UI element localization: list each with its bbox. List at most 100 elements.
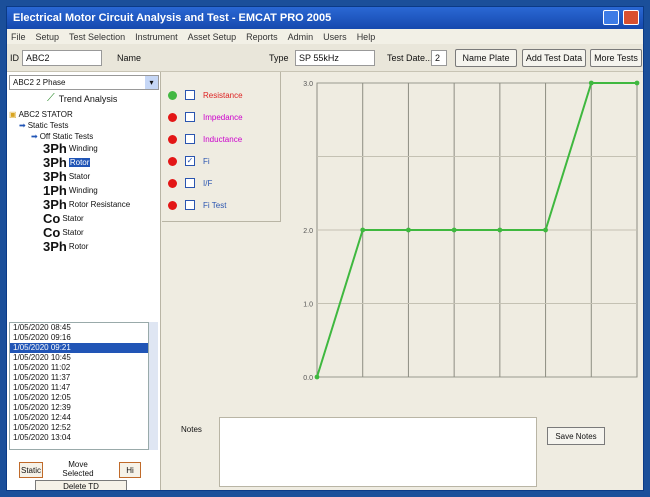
arrow-icon: ➡: [31, 132, 38, 141]
list-item[interactable]: 1/05/2020 09:16: [10, 333, 154, 343]
static-button[interactable]: Static: [19, 462, 43, 478]
legend-item[interactable]: Resistance: [168, 90, 243, 100]
list-item[interactable]: 1/05/2020 12:39: [10, 403, 154, 413]
hi-button[interactable]: Hi: [119, 462, 141, 478]
chevron-down-icon[interactable]: ▾: [145, 76, 158, 89]
legend-item[interactable]: Impedance: [168, 112, 243, 122]
series-checkbox[interactable]: [185, 90, 195, 100]
left-panel: ABC2 2 Phase ▾ ⟋ Trend Analysis ▣ ABC2 ST…: [7, 72, 161, 490]
name-label: Name: [117, 53, 142, 63]
tree-node[interactable]: 3Ph Winding: [43, 141, 98, 156]
legend-item[interactable]: I/F: [168, 178, 212, 188]
legend-label: Resistance: [203, 90, 243, 100]
legend-label: Impedance: [203, 112, 243, 122]
legend-label: Inductance: [203, 134, 243, 144]
menu-item[interactable]: Test Selection: [69, 32, 125, 42]
menu-item[interactable]: Users: [323, 32, 347, 42]
series-checkbox[interactable]: [185, 112, 195, 122]
list-item[interactable]: 1/05/2020 11:37: [10, 373, 154, 383]
tree-node[interactable]: 3Ph Rotor Resistance: [43, 197, 130, 212]
combo-value: ABC2 2 Phase: [13, 78, 66, 87]
data-point: [634, 80, 640, 86]
trend-label: Trend Analysis: [58, 93, 118, 104]
menu-bar: File Setup Test Selection Instrument Ass…: [7, 29, 643, 44]
move-selected-button[interactable]: Move Selected: [53, 460, 103, 478]
minimize-icon[interactable]: [603, 10, 619, 25]
y-tick-label: 0.0: [303, 375, 313, 382]
test-tree: ▣ ABC2 STATOR ➡ Static Tests ➡ Off Static T…: [9, 110, 159, 300]
status-dot-icon: [168, 178, 177, 188]
test-date-label: Test Date...: [387, 53, 433, 63]
y-tick-label: 1.0: [303, 302, 313, 309]
series-checkbox[interactable]: [185, 200, 195, 210]
menu-item[interactable]: Reports: [246, 32, 278, 42]
status-dot-icon: [168, 90, 177, 100]
series-checkbox[interactable]: [185, 134, 195, 144]
title-bar: Electrical Motor Circuit Analysis and Te…: [7, 7, 643, 29]
legend-item[interactable]: ✓ Fi: [168, 156, 210, 166]
list-item[interactable]: 1/05/2020 11:02: [10, 363, 154, 373]
menu-item[interactable]: Setup: [36, 32, 60, 42]
tree-node[interactable]: ➡ Off Static Tests: [31, 132, 93, 141]
notes-textarea[interactable]: [219, 417, 537, 487]
data-point: [314, 374, 320, 380]
asset-combo[interactable]: ABC2 2 Phase ▾: [9, 75, 159, 90]
list-item[interactable]: 1/05/2020 11:47: [10, 383, 154, 393]
status-dot-icon: [168, 112, 177, 122]
tree-node[interactable]: 1Ph Winding: [43, 183, 98, 198]
tree-node[interactable]: 3Ph Rotor: [43, 239, 88, 254]
tree-node[interactable]: 3Ph Stator: [43, 169, 90, 184]
tree-node[interactable]: Co Stator: [43, 211, 84, 226]
tree-node[interactable]: Co Stator: [43, 225, 84, 240]
data-point: [588, 80, 594, 86]
menu-item[interactable]: Instrument: [135, 32, 178, 42]
save-notes-button[interactable]: Save Notes: [547, 427, 605, 445]
trend-icon: ⟋: [47, 92, 55, 104]
series-checkbox-checked[interactable]: ✓: [185, 156, 195, 166]
status-dot-icon: [168, 200, 177, 210]
window-title: Electrical Motor Circuit Analysis and Te…: [13, 12, 332, 24]
status-dot-icon: [168, 134, 177, 144]
status-dot-icon: [168, 156, 177, 166]
legend-label: Fi: [203, 156, 210, 166]
data-point: [360, 227, 366, 233]
type-field[interactable]: SP 55kHz: [295, 50, 375, 66]
series-legend: Resistance Impedance Inductance ✓ Fi I/F …: [162, 72, 281, 222]
y-tick-label: 2.0: [303, 228, 313, 235]
list-item[interactable]: 1/05/2020 10:45: [10, 353, 154, 363]
arrow-icon: ➡: [19, 121, 26, 130]
menu-item[interactable]: Help: [357, 32, 376, 42]
data-point: [406, 227, 411, 233]
delete-td-button[interactable]: Delete TD: [35, 480, 127, 490]
trend-analysis-button[interactable]: ⟋ Trend Analysis: [47, 92, 117, 105]
tree-node-selected[interactable]: 3Ph Rotor: [43, 155, 91, 170]
test-date-field[interactable]: 2: [431, 50, 447, 66]
add-test-data-button[interactable]: Add Test Data: [522, 49, 586, 67]
list-item[interactable]: 1/05/2020 13:04: [10, 433, 154, 443]
list-item[interactable]: 1/05/2020 08:45: [10, 323, 154, 333]
legend-label: Fi Test: [203, 200, 227, 210]
series-checkbox[interactable]: [185, 178, 195, 188]
list-item[interactable]: 1/05/2020 12:44: [10, 413, 154, 423]
id-label: ID: [10, 53, 19, 63]
list-scrollbar[interactable]: [148, 322, 158, 450]
list-item[interactable]: 1/05/2020 12:05: [10, 393, 154, 403]
tree-node[interactable]: ➡ Static Tests: [19, 121, 68, 130]
test-date-list: 1/05/2020 08:45 1/05/2020 09:16 1/05/202…: [9, 322, 155, 450]
tree-node[interactable]: ▣ ABC2 STATOR: [9, 110, 73, 119]
legend-item[interactable]: Fi Test: [168, 200, 226, 210]
list-item-selected[interactable]: 1/05/2020 09:21: [10, 343, 154, 353]
legend-item[interactable]: Inductance: [168, 134, 242, 144]
menu-item[interactable]: Asset Setup: [188, 32, 237, 42]
trend-chart: 0.0 1.0 2.0 3.0: [303, 80, 640, 382]
menu-item[interactable]: File: [11, 32, 26, 42]
id-field[interactable]: ABC2: [22, 50, 102, 66]
data-point: [497, 227, 503, 233]
app-window: Electrical Motor Circuit Analysis and Te…: [6, 6, 644, 491]
close-icon[interactable]: [623, 10, 639, 25]
menu-item[interactable]: Admin: [288, 32, 314, 42]
notes-label: Notes: [181, 425, 202, 434]
list-item[interactable]: 1/05/2020 12:52: [10, 423, 154, 433]
name-plate-button[interactable]: Name Plate: [455, 49, 517, 67]
more-tests-button[interactable]: More Tests: [590, 49, 642, 67]
